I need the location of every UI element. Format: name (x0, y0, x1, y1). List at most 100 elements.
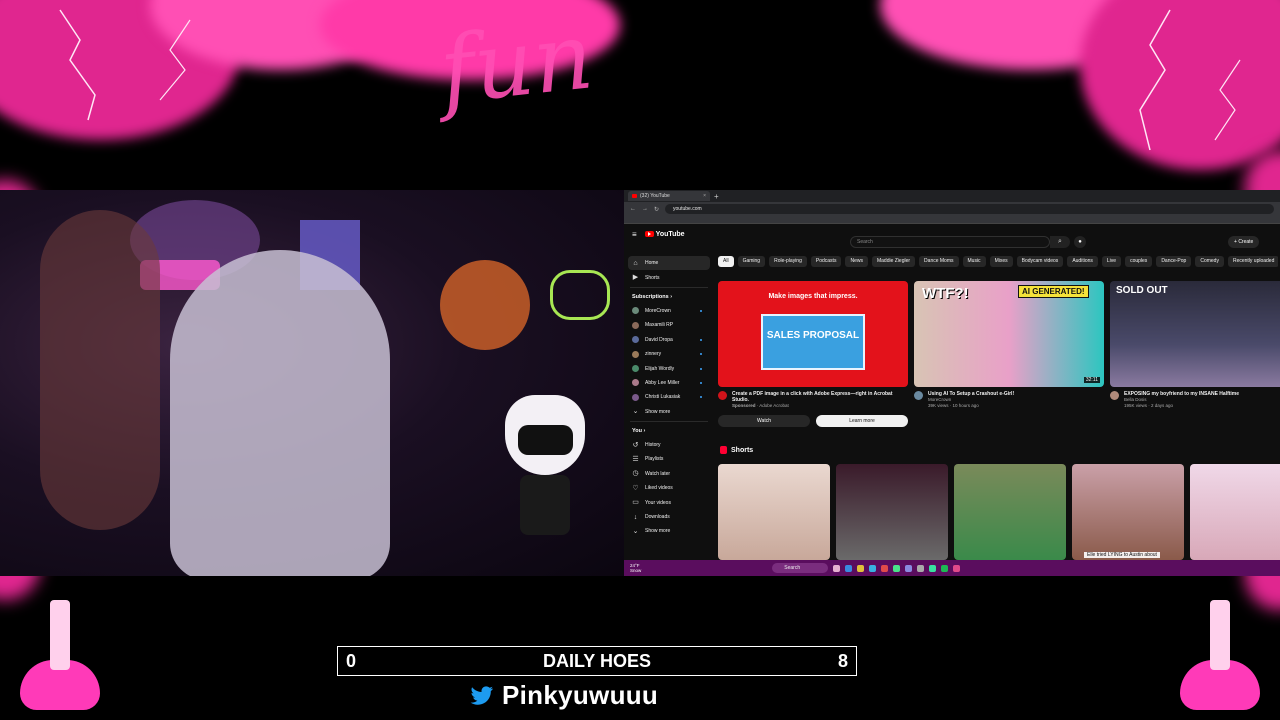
chip[interactable]: Auditions (1067, 256, 1098, 267)
url-field[interactable]: youtube.com (665, 204, 1274, 214)
sidebar-item-watch-later[interactable]: ◷ Watch later (624, 467, 714, 481)
chip[interactable]: Dance-Pop (1156, 256, 1192, 267)
sidebar-item-subscription[interactable]: Christi Lukasiak (624, 390, 714, 404)
app-icon[interactable] (953, 564, 961, 572)
sidebar-item-home[interactable]: ⌂ Home (628, 256, 710, 271)
chip[interactable]: Comedy (1195, 256, 1224, 267)
spotify-icon[interactable] (941, 564, 949, 572)
discord-icon[interactable] (905, 564, 913, 572)
short-card[interactable] (836, 464, 948, 560)
you-heading[interactable]: You › (624, 424, 714, 438)
chip[interactable]: couples (1125, 256, 1153, 267)
reload-icon[interactable]: ↻ (654, 206, 659, 213)
sidebar-item-label: zinnery (645, 351, 662, 358)
folder-icon[interactable] (857, 564, 865, 572)
channel-avatar[interactable] (1110, 391, 1119, 400)
bookmarks-bar (624, 216, 1280, 224)
sidebar-item-label: Shorts (645, 274, 660, 281)
close-tab-icon[interactable]: × (703, 193, 706, 199)
app-icon[interactable] (869, 564, 877, 572)
video-thumbnail[interactable]: WTF?! AI GENERATED! 32:11 (914, 281, 1104, 387)
chip[interactable]: News (845, 256, 868, 267)
video-grid: Make images that impress. SALES PROPOSAL… (718, 281, 1280, 441)
sidebar-item-subscription[interactable]: Abby Lee Miller (624, 376, 714, 390)
channel-avatar (632, 336, 639, 344)
sidebar-item-history[interactable]: ↺ History (624, 438, 714, 452)
app-icon[interactable] (845, 564, 853, 572)
ad-card[interactable]: Make images that impress. SALES PROPOSAL… (718, 281, 908, 427)
sidebar-item-subscription[interactable]: David Dropa (624, 333, 714, 347)
app-icon[interactable] (917, 564, 925, 572)
forward-icon[interactable]: → (642, 206, 648, 212)
sidebar-item-downloads[interactable]: ↓ Downloads (624, 510, 714, 524)
chip[interactable]: Role-playing (769, 256, 807, 267)
video-title[interactable]: Create a PDF image in a click with Adobe… (732, 391, 908, 403)
short-card[interactable] (718, 464, 830, 560)
chip[interactable]: All (718, 256, 734, 267)
youtube-logo[interactable]: YouTube (644, 231, 685, 238)
short-card[interactable]: Elle tried LYING to Austin about (1072, 464, 1184, 560)
short-card[interactable] (954, 464, 1066, 560)
learn-more-button[interactable]: Learn more (816, 415, 908, 427)
menu-icon[interactable]: ≡ (632, 230, 637, 239)
chevron-down-icon: ⌄ (632, 527, 639, 535)
video-card[interactable]: SOLD OUT EXPOSING my boyfriend to my INS… (1110, 281, 1280, 409)
channel-avatar[interactable] (914, 391, 923, 400)
overlay-top-frame: fun (0, 0, 1280, 190)
sidebar-item-subscription[interactable]: Maxamili RP (624, 318, 714, 332)
chip[interactable]: Maddie Ziegler (871, 256, 916, 267)
search-icon[interactable]: ⌕ (1050, 236, 1070, 248)
social-handle: Pinkyuwuuu (470, 680, 658, 711)
app-icon[interactable] (833, 564, 841, 572)
new-tab-icon[interactable]: + (714, 192, 719, 201)
show-more-button[interactable]: ⌄ Show more (624, 405, 714, 419)
chip[interactable]: Music (962, 256, 986, 267)
sidebar-item-playlists[interactable]: ☰ Playlists (624, 452, 714, 466)
webcam-feed (0, 190, 624, 576)
ad-buttons: Watch Learn more (718, 415, 908, 427)
video-duration: 32:11 (1083, 377, 1100, 383)
chip[interactable]: Podcasts (810, 256, 842, 267)
taskbar-search[interactable]: Search (772, 563, 829, 573)
short-card[interactable] (1190, 464, 1280, 560)
channel-avatar (632, 365, 639, 373)
ad-thumbnail[interactable]: Make images that impress. SALES PROPOSAL (718, 281, 908, 387)
sponsored-label: Sponsored (732, 403, 756, 408)
chip[interactable]: Live (1101, 256, 1122, 267)
weather-widget[interactable]: 24°F Snow (630, 563, 641, 573)
plush-toys (440, 260, 530, 350)
watch-button[interactable]: Watch (718, 415, 810, 427)
video-card[interactable]: WTF?! AI GENERATED! 32:11 Using AI To Se… (914, 281, 1104, 409)
sidebar-item-subscription[interactable]: MoreCrown (624, 304, 714, 318)
chip[interactable]: Bodycam videos (1016, 256, 1064, 267)
show-more-button[interactable]: ⌄ Show more (624, 524, 714, 538)
app-icon[interactable] (929, 564, 937, 572)
app-icon[interactable] (881, 564, 889, 572)
sidebar-item-liked-videos[interactable]: ♡ Liked videos (624, 481, 714, 495)
microphone-icon[interactable]: ● (1074, 236, 1086, 248)
sidebar-item-subscription[interactable]: zinnery (624, 347, 714, 361)
chip[interactable]: Recently uploaded (1227, 256, 1278, 267)
clock-icon: ◷ (632, 470, 639, 478)
create-button[interactable]: + Create (1228, 236, 1260, 248)
sidebar-item-your-videos[interactable]: ▭ Your videos (624, 495, 714, 509)
bong-icon (20, 600, 100, 710)
avatar-mask (518, 425, 573, 455)
back-icon[interactable]: ← (630, 206, 636, 212)
search-input[interactable]: Search (850, 236, 1050, 248)
chip[interactable]: Mixes (989, 256, 1013, 267)
sidebar-item-label: Playlists (645, 456, 664, 463)
sidebar-item-subscription[interactable]: Elijah Wordly (624, 361, 714, 375)
counter-right-value: 8 (837, 651, 848, 671)
divider (630, 286, 708, 288)
chrome-icon[interactable] (893, 564, 901, 572)
filter-chips: All Gaming Role-playing Podcasts News Ma… (718, 256, 1278, 268)
shorts-title: Shorts (731, 446, 754, 454)
video-thumbnail[interactable]: SOLD OUT (1110, 281, 1280, 387)
chip[interactable]: Dance Moms (919, 256, 959, 267)
chip[interactable]: Gaming (737, 256, 766, 267)
subscriptions-heading[interactable]: Subscriptions › (624, 290, 714, 304)
browser-tab[interactable]: (32) YouTube × (628, 191, 710, 201)
sidebar-item-shorts[interactable]: ▶ Shorts (624, 270, 714, 284)
channel-avatar (632, 393, 639, 401)
